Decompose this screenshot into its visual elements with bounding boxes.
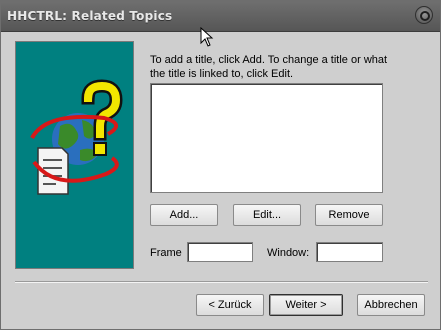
- help-globe-question-icon: [30, 79, 123, 195]
- mouse-pointer-icon: [200, 27, 214, 47]
- close-icon[interactable]: [415, 6, 433, 24]
- title-bar[interactable]: HHCTRL: Related Topics: [1, 1, 440, 32]
- wizard-illustration: [15, 41, 134, 269]
- window-label: Window:: [267, 247, 310, 259]
- back-button[interactable]: < Zurück: [196, 294, 264, 316]
- frame-field[interactable]: [187, 242, 253, 262]
- next-button[interactable]: Weiter >: [269, 294, 343, 316]
- edit-button[interactable]: Edit...: [233, 204, 301, 226]
- divider: [15, 281, 428, 283]
- instruction-text: To add a title, click Add. To change a t…: [150, 54, 388, 80]
- cancel-button[interactable]: Abbrechen: [357, 294, 425, 316]
- related-topics-list[interactable]: [150, 83, 383, 193]
- window-field[interactable]: [316, 242, 383, 262]
- frame-label: Frame: [150, 247, 182, 259]
- add-button[interactable]: Add...: [150, 204, 218, 226]
- wizard-window: HHCTRL: Related Topics To add a title, c…: [0, 0, 441, 330]
- window-title: HHCTRL: Related Topics: [7, 9, 173, 23]
- remove-button[interactable]: Remove: [315, 204, 383, 226]
